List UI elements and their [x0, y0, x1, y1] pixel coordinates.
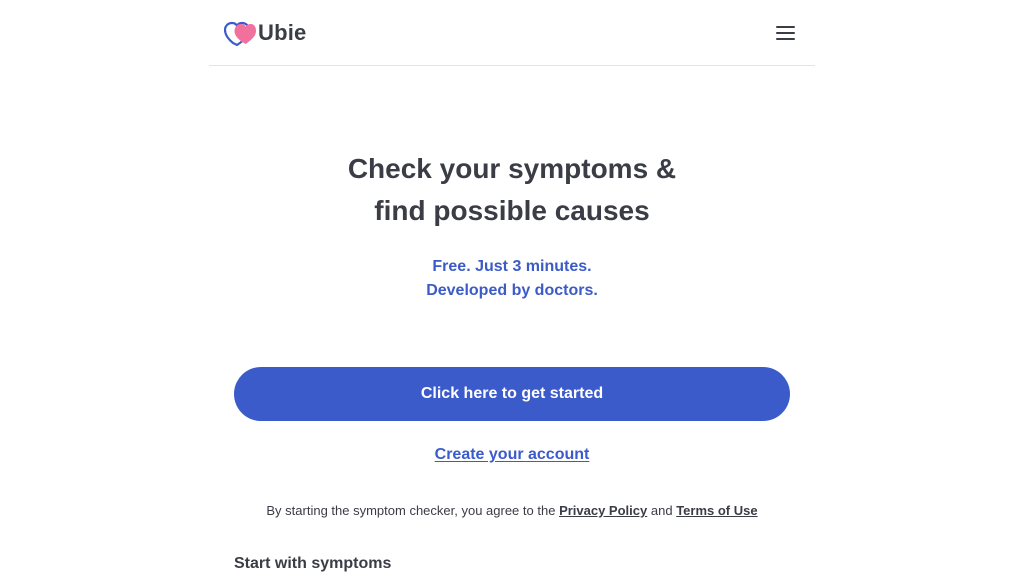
page-title: Check your symptoms & find possible caus… — [209, 148, 815, 232]
logo-text: Ubie — [258, 20, 307, 45]
site-header: Ubie — [209, 0, 815, 66]
subtitle-line-1: Free. Just 3 minutes. — [432, 258, 592, 275]
title-line-1: Check your symptoms & — [347, 153, 677, 184]
create-account-link[interactable]: Create your account — [209, 446, 815, 464]
heart-logo-icon — [224, 21, 256, 46]
consent-prefix: By starting the symptom checker, you agr… — [266, 503, 556, 518]
get-started-button[interactable]: Click here to get started — [234, 367, 790, 421]
title-line-2: find possible causes — [374, 195, 650, 226]
menu-button[interactable] — [775, 23, 797, 43]
hamburger-line — [776, 38, 795, 40]
hamburger-line — [776, 32, 795, 34]
terms-of-use-link[interactable]: Terms of Use — [676, 503, 757, 518]
subtitle-line-2: Developed by doctors. — [426, 282, 598, 299]
ubie-logo[interactable]: Ubie — [224, 20, 306, 46]
main-content: Check your symptoms & find possible caus… — [209, 66, 815, 576]
consent-and: and — [650, 503, 673, 518]
hamburger-menu-icon — [776, 26, 795, 28]
hero-subtitle: Free. Just 3 minutes. Developed by docto… — [209, 255, 815, 303]
start-with-symptoms-heading: Start with symptoms — [234, 555, 392, 572]
consent-text: By starting the symptom checker, you agr… — [209, 503, 815, 518]
privacy-policy-link[interactable]: Privacy Policy — [559, 503, 647, 518]
